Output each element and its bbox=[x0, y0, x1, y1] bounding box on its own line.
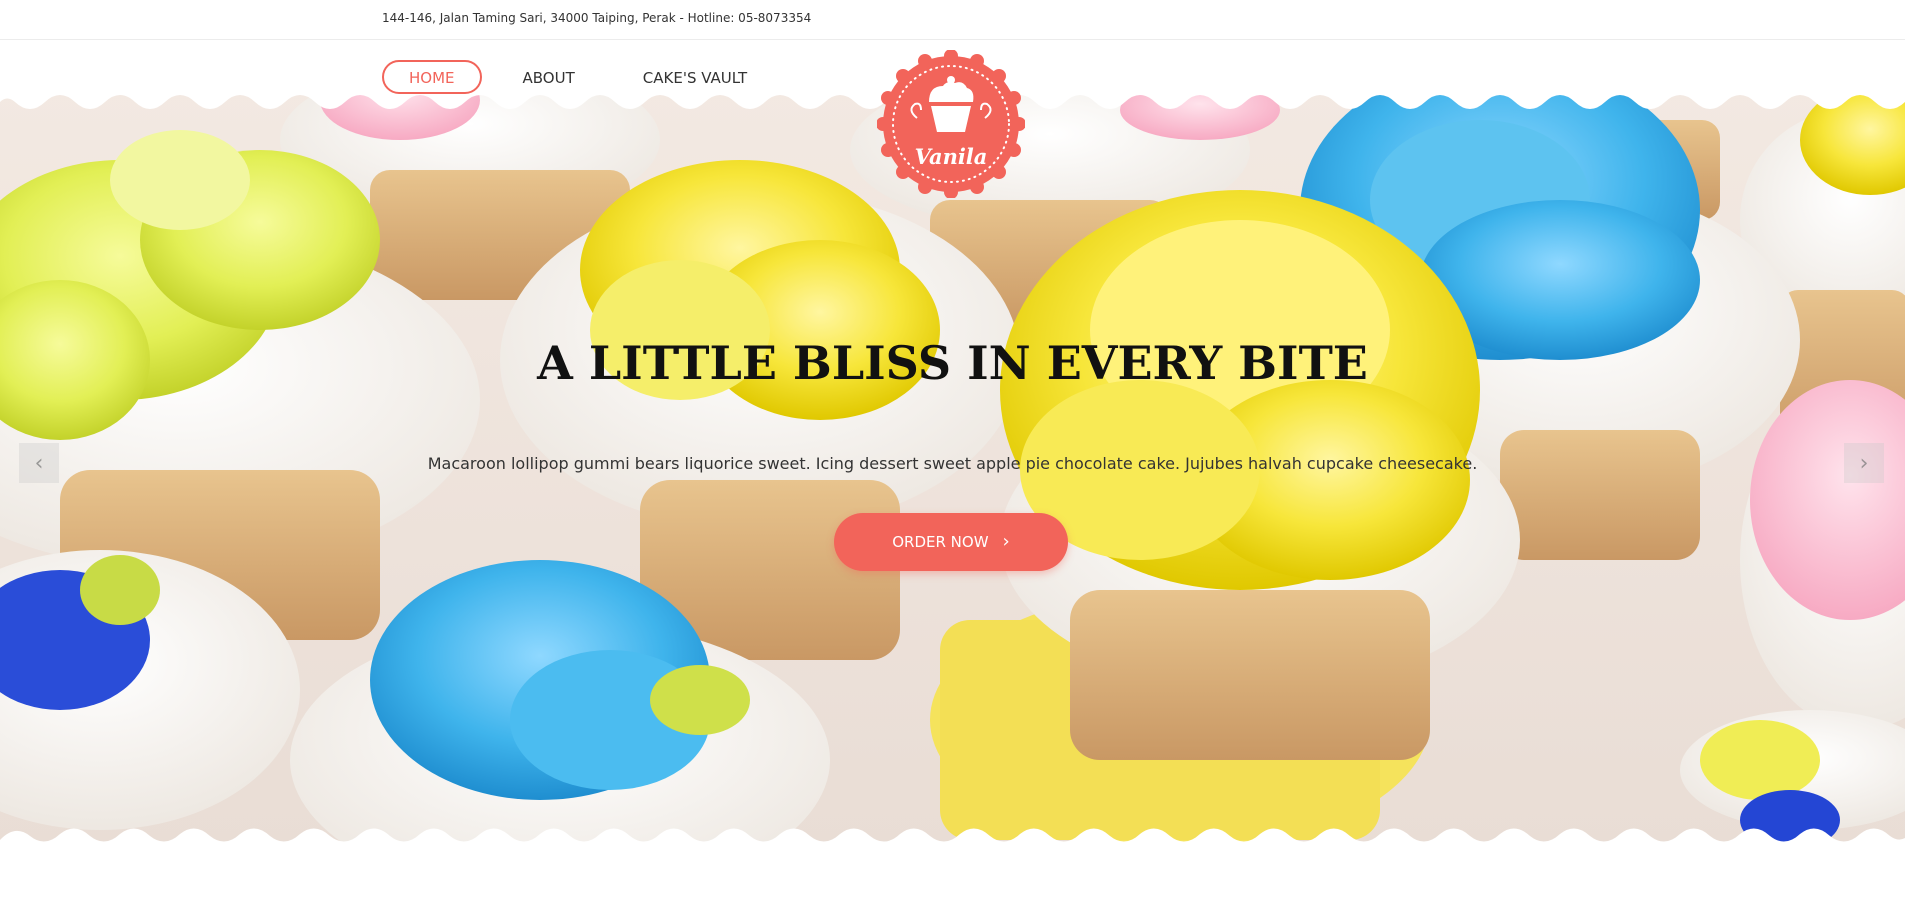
nav-item-about[interactable]: ABOUT bbox=[496, 60, 602, 94]
chevron-left-icon: ‹ bbox=[34, 450, 44, 476]
brand-logo[interactable]: Vanila bbox=[876, 49, 1026, 199]
nav-item-cakes-vault[interactable]: CAKE'S VAULT bbox=[616, 60, 774, 94]
logo-text: Vanila bbox=[915, 144, 988, 169]
address-hotline-text: 144-146, Jalan Taming Sari, 34000 Taipin… bbox=[382, 11, 812, 25]
hero-subline: Macaroon lollipop gummi bears liquorice … bbox=[427, 454, 1478, 473]
top-info-bar: 144-146, Jalan Taming Sari, 34000 Taipin… bbox=[0, 0, 1905, 40]
slider-next-button[interactable]: › bbox=[1844, 443, 1884, 483]
chevron-right-icon: › bbox=[1002, 531, 1010, 552]
slider-prev-button[interactable]: ‹ bbox=[19, 443, 59, 483]
bottom-wave-edge bbox=[0, 828, 1905, 918]
chevron-right-icon: › bbox=[1859, 450, 1869, 476]
main-nav: HOME ABOUT CAKE'S VAULT bbox=[382, 60, 788, 94]
nav-item-home[interactable]: HOME bbox=[382, 60, 482, 94]
order-now-label: ORDER NOW bbox=[892, 533, 989, 551]
order-now-button[interactable]: ORDER NOW › bbox=[834, 513, 1068, 571]
hero-headline: A LITTLE BLISS IN EVERY BITE bbox=[537, 336, 1368, 390]
